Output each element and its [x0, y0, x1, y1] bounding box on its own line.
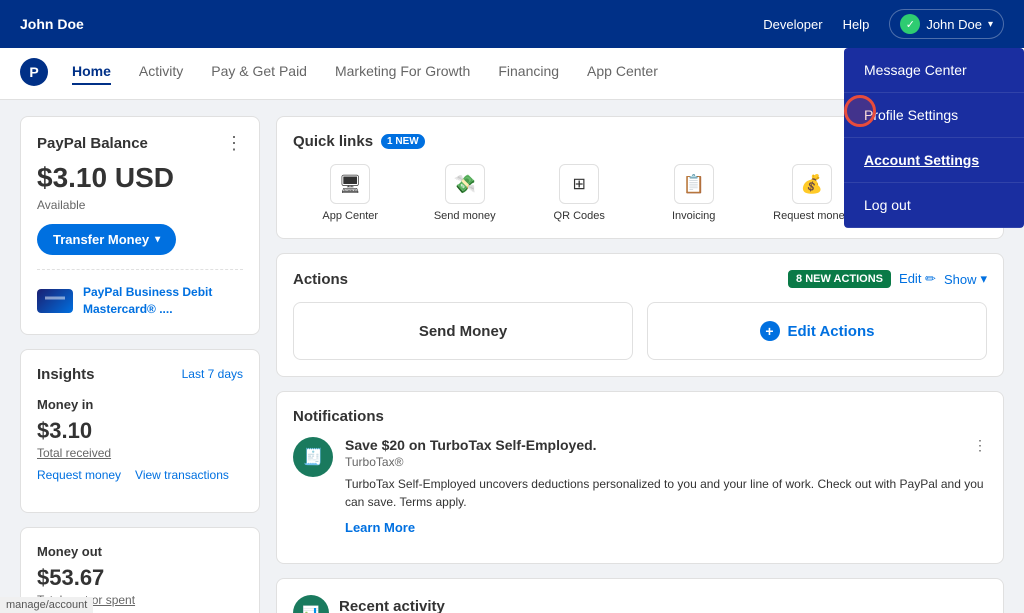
paypal-logo[interactable]: P — [20, 58, 48, 89]
insights-title: Insights — [37, 366, 95, 383]
request-money-icon: 💰 — [792, 164, 832, 204]
app-center-icon: 🖥 — [330, 164, 370, 204]
nav-links: Home Activity Pay & Get Paid Marketing F… — [72, 63, 658, 85]
notification-title: Save $20 on TurboTax Self-Employed. — [345, 437, 597, 453]
money-in-amount: $3.10 — [37, 418, 243, 444]
transfer-chevron-icon: ▾ — [155, 234, 160, 245]
quick-link-request-money[interactable]: 💰 Request money — [773, 164, 850, 222]
send-money-action-button[interactable]: Send Money — [293, 302, 633, 360]
money-in-links: Request money View transactions — [37, 468, 243, 482]
notification-item: 🧾 Save $20 on TurboTax Self-Employed. Tu… — [293, 437, 987, 547]
notification-turbotax-icon: 🧾 — [293, 437, 333, 477]
actions-card: Actions 8 NEW ACTIONS Edit ✏ Show ▾ Send… — [276, 253, 1004, 377]
quick-links-new-badge: 1 NEW — [381, 134, 425, 149]
send-money-icon: 💸 — [445, 164, 485, 204]
top-bar-right: Developer Help ✓ John Doe ▾ — [763, 9, 1004, 39]
user-dropdown-menu: Message Center Profile Settings Account … — [844, 48, 1024, 228]
left-panel: PayPal Balance ⋮ $3.10 USD Available Tra… — [20, 116, 260, 613]
edit-actions-button[interactable]: + Edit Actions — [647, 302, 987, 360]
chevron-down-icon: ▾ — [988, 19, 993, 30]
balance-card: PayPal Balance ⋮ $3.10 USD Available Tra… — [20, 116, 260, 335]
show-chevron-icon: ▾ — [980, 271, 987, 287]
quick-link-invoicing[interactable]: 📋 Invoicing — [659, 164, 729, 222]
notification-title-row: Save $20 on TurboTax Self-Employed. Turb… — [345, 437, 987, 475]
menu-item-log-out[interactable]: Log out — [844, 183, 1024, 228]
notifications-title: Notifications — [293, 408, 987, 425]
edit-actions-link[interactable]: Edit ✏ — [899, 271, 936, 287]
notification-desc: TurboTax Self-Employed uncovers deductio… — [345, 475, 987, 511]
activity-title: Recent activity — [339, 598, 445, 613]
show-actions-button[interactable]: Show ▾ — [944, 271, 987, 287]
money-in-title: Money in — [37, 397, 243, 412]
actions-header: Actions 8 NEW ACTIONS Edit ✏ Show ▾ — [293, 270, 987, 288]
quick-link-send-money[interactable]: 💸 Send money — [430, 164, 500, 222]
insights-header: Insights Last 7 days — [37, 366, 243, 383]
qr-codes-icon: ⊞ — [559, 164, 599, 204]
plus-icon: + — [760, 321, 780, 341]
balance-title: PayPal Balance — [37, 135, 148, 152]
activity-header: 📊 Recent activity PayPal Activity — [293, 595, 987, 613]
money-out-title: Money out — [37, 544, 243, 559]
notification-content: Save $20 on TurboTax Self-Employed. Turb… — [345, 437, 987, 535]
quick-link-app-center[interactable]: 🖥 App Center — [315, 164, 385, 222]
menu-item-profile-settings[interactable]: Profile Settings — [844, 93, 1024, 138]
svg-text:P: P — [29, 64, 38, 80]
nav-activity[interactable]: Activity — [139, 63, 183, 85]
learn-more-link[interactable]: Learn More — [345, 520, 415, 535]
debit-card-icon — [37, 289, 73, 313]
menu-item-account-settings[interactable]: Account Settings — [844, 138, 1024, 183]
balance-card-header: PayPal Balance ⋮ — [37, 133, 243, 154]
status-bar: manage/account — [0, 597, 93, 613]
transfer-money-label: Transfer Money — [53, 232, 149, 247]
balance-label: Available — [37, 198, 243, 212]
money-out-amount: $53.67 — [37, 565, 243, 591]
notification-source: TurboTax® — [345, 455, 597, 469]
quick-links-title: Quick links — [293, 133, 373, 150]
recent-activity-card: 📊 Recent activity PayPal Activity Paymen… — [276, 578, 1004, 613]
notification-options-icon[interactable]: ⋮ — [973, 437, 987, 454]
top-bar-username: John Doe — [20, 16, 84, 32]
insights-card: Insights Last 7 days Money in $3.10 Tota… — [20, 349, 260, 513]
view-transactions-link-in[interactable]: View transactions — [135, 468, 229, 482]
quick-links-title-row: Quick links 1 NEW — [293, 133, 425, 150]
new-actions-badge: 8 NEW ACTIONS — [788, 270, 891, 288]
help-link[interactable]: Help — [843, 17, 870, 32]
transfer-money-button[interactable]: Transfer Money ▾ — [37, 224, 176, 255]
check-circle-icon: ✓ — [900, 14, 920, 34]
insights-period[interactable]: Last 7 days — [182, 367, 243, 381]
user-badge-name: John Doe — [926, 17, 982, 32]
nav-pay-get-paid[interactable]: Pay & Get Paid — [211, 63, 307, 85]
user-menu-button[interactable]: ✓ John Doe ▾ — [889, 9, 1004, 39]
quick-link-qr-codes[interactable]: ⊞ QR Codes — [544, 164, 614, 222]
debit-card-link[interactable]: PayPal Business DebitMastercard® .... — [37, 269, 243, 318]
balance-options-icon[interactable]: ⋮ — [225, 133, 243, 154]
notifications-card: Notifications 🧾 Save $20 on TurboTax Sel… — [276, 391, 1004, 564]
nav-app-center[interactable]: App Center — [587, 63, 658, 85]
money-in-section: Money in $3.10 Total received Request mo… — [37, 397, 243, 482]
nav-financing[interactable]: Financing — [498, 63, 559, 85]
actions-title: Actions — [293, 271, 348, 288]
nav-marketing[interactable]: Marketing For Growth — [335, 63, 470, 85]
menu-item-message-center[interactable]: Message Center — [844, 48, 1024, 93]
money-in-sublabel: Total received — [37, 446, 243, 460]
debit-card-text: PayPal Business DebitMastercard® .... — [83, 284, 212, 318]
actions-row: Send Money + Edit Actions — [293, 302, 987, 360]
nav-home[interactable]: Home — [72, 63, 111, 85]
request-money-link[interactable]: Request money — [37, 468, 121, 482]
activity-icon: 📊 — [293, 595, 329, 613]
balance-amount: $3.10 USD — [37, 162, 243, 194]
invoicing-icon: 📋 — [674, 164, 714, 204]
actions-badges: 8 NEW ACTIONS Edit ✏ Show ▾ — [788, 270, 987, 288]
developer-link[interactable]: Developer — [763, 17, 822, 32]
top-bar: John Doe Developer Help ✓ John Doe ▾ — [0, 0, 1024, 48]
